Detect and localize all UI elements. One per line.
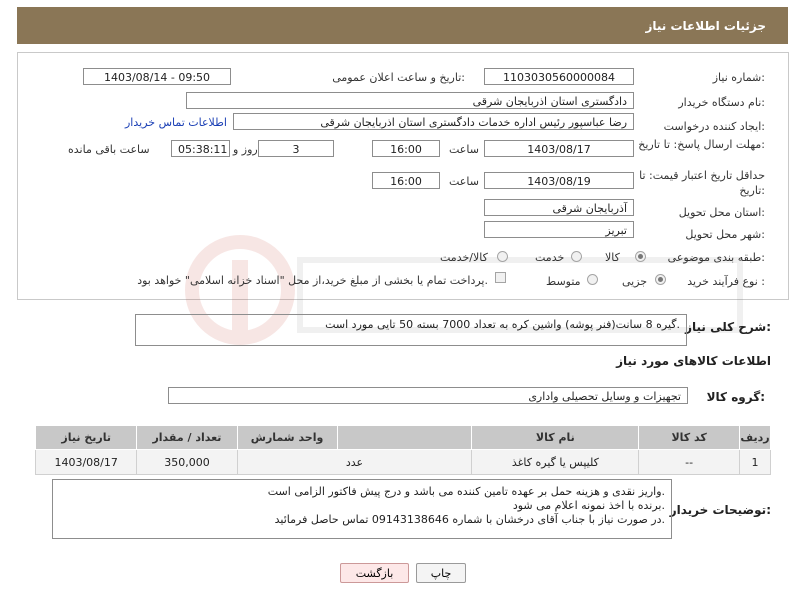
reply-days-field[interactable]: 3 xyxy=(258,140,334,157)
buyer-notes-field[interactable]: واریز نقدی و هزینه حمل بر عهده تامین کنن… xyxy=(52,479,672,539)
category-option-service: خدمت xyxy=(535,251,565,264)
requester-label: ایجاد کننده درخواست: xyxy=(663,120,765,133)
category-radio-both[interactable] xyxy=(497,251,508,262)
header-row-number: ردیف xyxy=(738,425,772,450)
price-validity-time[interactable]: 16:00 xyxy=(372,172,440,189)
announce-datetime-label: تاریخ و ساعت اعلان عمومی: xyxy=(332,71,465,84)
cell-row-number: 1 xyxy=(738,449,772,475)
reply-deadline-label: مهلت ارسال پاسخ: تا تاریخ: xyxy=(638,138,765,151)
description-field[interactable]: گیره 8 سانت(فنر پوشه) واشین کره به تعداد… xyxy=(135,314,687,346)
header-need-date: تاریخ نیاز xyxy=(34,425,138,450)
goods-info-title: اطلاعات کالاهای مورد نیاز xyxy=(616,354,771,368)
category-option-goods: کالا xyxy=(605,251,620,264)
category-radio-goods[interactable] xyxy=(635,251,646,262)
print-button[interactable]: چاپ xyxy=(416,563,466,583)
purchase-process-label: نوع فرآیند خرید : xyxy=(687,275,765,288)
buyer-notes-line-3: در صورت نیاز با جناب آقای درخشان با شمار… xyxy=(274,513,665,526)
cell-need-date: 1403/08/17 xyxy=(34,449,138,475)
buyer-notes-line-1: واریز نقدی و هزینه حمل بر عهده تامین کنن… xyxy=(267,485,665,498)
requester-field[interactable]: رضا عباسپور رئیس اداره خدمات دادگستری اس… xyxy=(233,113,634,130)
buyer-org-field[interactable]: دادگستری استان اذربایجان شرقی xyxy=(186,92,634,109)
price-validity-date[interactable]: 1403/08/19 xyxy=(484,172,634,189)
cell-goods-name: کلیپس یا گیره کاغذ xyxy=(471,449,640,475)
delivery-province-label: استان محل تحویل: xyxy=(678,206,765,219)
process-option-partial: جزیی xyxy=(622,275,648,288)
category-label: طبقه بندی موضوعی: xyxy=(667,251,765,264)
description-text: گیره 8 سانت(فنر پوشه) واشین کره به تعداد… xyxy=(325,318,680,331)
page-header: جزئیات اطلاعات نیاز xyxy=(17,7,788,44)
reply-days-label: روز و xyxy=(233,143,258,156)
remaining-time-field[interactable]: 05:38:11 xyxy=(171,140,230,157)
price-validity-label: حداقل تاریخ اعتبار قیمت: تا تاریخ: xyxy=(639,169,765,197)
delivery-province-field[interactable]: آذربایجان شرقی xyxy=(484,199,634,216)
remaining-time-label: ساعت باقی مانده xyxy=(68,143,150,156)
reply-deadline-date[interactable]: 1403/08/17 xyxy=(484,140,634,157)
header-goods-code: کد کالا xyxy=(638,425,740,450)
delivery-city-field[interactable]: تبریز xyxy=(484,221,634,238)
page-title: جزئیات اطلاعات نیاز xyxy=(645,19,766,33)
buyer-notes-label: توضیحات خریدار: xyxy=(669,503,771,517)
header-unit: واحد شمارش xyxy=(236,425,338,450)
header-quantity: تعداد / مقدار xyxy=(136,425,238,450)
price-validity-time-label: ساعت xyxy=(449,175,479,188)
announce-datetime-field[interactable]: 1403/08/14 - 09:50 xyxy=(83,68,231,85)
need-number-field[interactable]: 1103030560000084 xyxy=(484,68,634,85)
description-label: شرح کلی نیاز: xyxy=(685,320,771,334)
buyer-notes-line-2: برنده با اخذ نمونه اعلام می شود. xyxy=(512,499,665,512)
buyer-org-label: نام دستگاه خریدار: xyxy=(678,96,765,109)
need-number-label: شماره نیاز: xyxy=(712,71,765,84)
goods-group-label: گروه کالا: xyxy=(706,390,765,404)
goods-group-field[interactable]: تجهیزات و وسایل تحصیلی واداری xyxy=(168,387,688,404)
table-header-row: تاریخ نیاز تعداد / مقدار واحد شمارش نام … xyxy=(34,425,772,450)
process-option-medium: متوسط xyxy=(546,275,581,288)
reply-deadline-time[interactable]: 16:00 xyxy=(372,140,440,157)
treasury-note: پرداخت تمام یا بخشی از مبلغ خرید،از محل … xyxy=(137,274,488,287)
buyer-contact-link[interactable]: اطلاعات تماس خریدار xyxy=(125,116,227,129)
category-radio-service[interactable] xyxy=(571,251,582,262)
header-unit-spacer xyxy=(336,425,473,450)
cell-unit: عدد xyxy=(236,449,473,475)
cell-quantity: 350,000 xyxy=(136,449,238,475)
cell-goods-code: -- xyxy=(638,449,740,475)
category-option-both: کالا/خدمت xyxy=(440,251,488,264)
reply-deadline-time-label: ساعت xyxy=(449,143,479,156)
delivery-city-label: شهر محل تحویل: xyxy=(685,228,765,241)
back-button[interactable]: بازگشت xyxy=(340,563,409,583)
process-radio-partial[interactable] xyxy=(655,274,666,285)
header-goods-name: نام کالا xyxy=(471,425,640,450)
table-row[interactable]: 1403/08/17 350,000 عدد کلیپس یا گیره کاغ… xyxy=(34,449,772,475)
treasury-checkbox[interactable] xyxy=(495,272,506,283)
items-table: تاریخ نیاز تعداد / مقدار واحد شمارش نام … xyxy=(34,425,772,475)
process-radio-medium[interactable] xyxy=(587,274,598,285)
